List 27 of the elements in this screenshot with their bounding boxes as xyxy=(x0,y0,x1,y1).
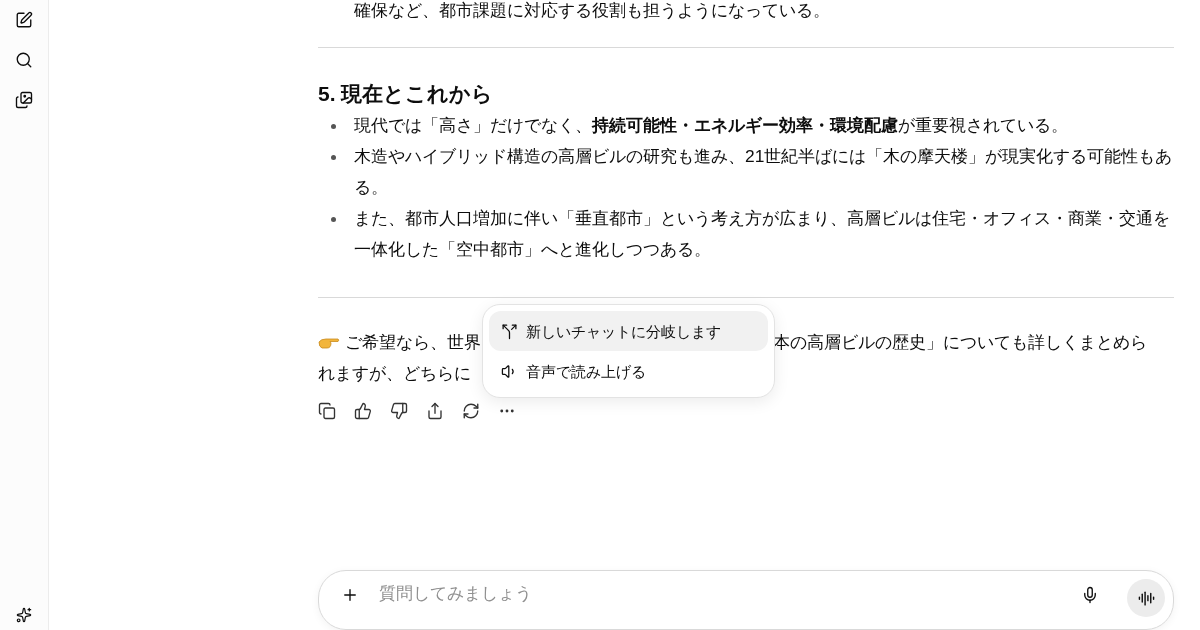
paragraph-text: ご希望なら、世界 xyxy=(345,331,481,354)
paragraph-text: れますが、どちらに xyxy=(318,362,471,385)
question-input[interactable]: 質問してみましょう xyxy=(379,579,1061,607)
share-icon[interactable] xyxy=(426,402,444,420)
plus-icon[interactable] xyxy=(341,586,359,604)
bullet-text: 現代では「高さ」だけでなく、持続可能性・エネルギー効率・環境配慮が重要視されている。 xyxy=(354,114,1068,137)
mic-icon[interactable] xyxy=(1081,586,1099,604)
menu-item[interactable]: 音声で読み上げる xyxy=(489,351,768,391)
menu-item[interactable]: 新しいチャットに分岐します xyxy=(489,311,768,351)
bullet-text: 木造やハイブリッド構造の高層ビルの研究も進み、21世紀半ばには「木の摩天楼」が現実化する可能性もある。 xyxy=(354,145,1174,199)
thumbs-up-icon[interactable] xyxy=(354,402,372,420)
paragraph-text: 確保など、都市課題に対応する役割も担うようになっている。 xyxy=(354,0,831,22)
waveform-icon xyxy=(1137,589,1155,607)
pointing-hand-icon xyxy=(318,335,340,350)
images-icon[interactable] xyxy=(15,91,33,109)
new-chat-icon[interactable] xyxy=(15,11,33,29)
refresh-icon[interactable] xyxy=(462,402,480,420)
voice-button[interactable] xyxy=(1127,579,1165,617)
bullet-text: また、都市人口増加に伴い「垂直都市」という考え方が広まり、高層ビルは住宅・オフィス・商業・交通を一体化した「空中都市」へと進化しつつある。 xyxy=(354,207,1171,261)
sparkle-icon[interactable] xyxy=(16,607,32,623)
section-heading: 5. 現在とこれから xyxy=(318,81,495,107)
message-composer[interactable]: 質問してみましょう xyxy=(318,570,1174,630)
split-arrow-icon xyxy=(501,322,518,340)
search-icon[interactable] xyxy=(15,51,33,69)
thumbs-down-icon[interactable] xyxy=(390,402,408,420)
copy-icon[interactable] xyxy=(318,402,336,420)
paragraph-text: 本の高層ビルの歴史」についても詳しくまとめら xyxy=(773,331,1147,354)
